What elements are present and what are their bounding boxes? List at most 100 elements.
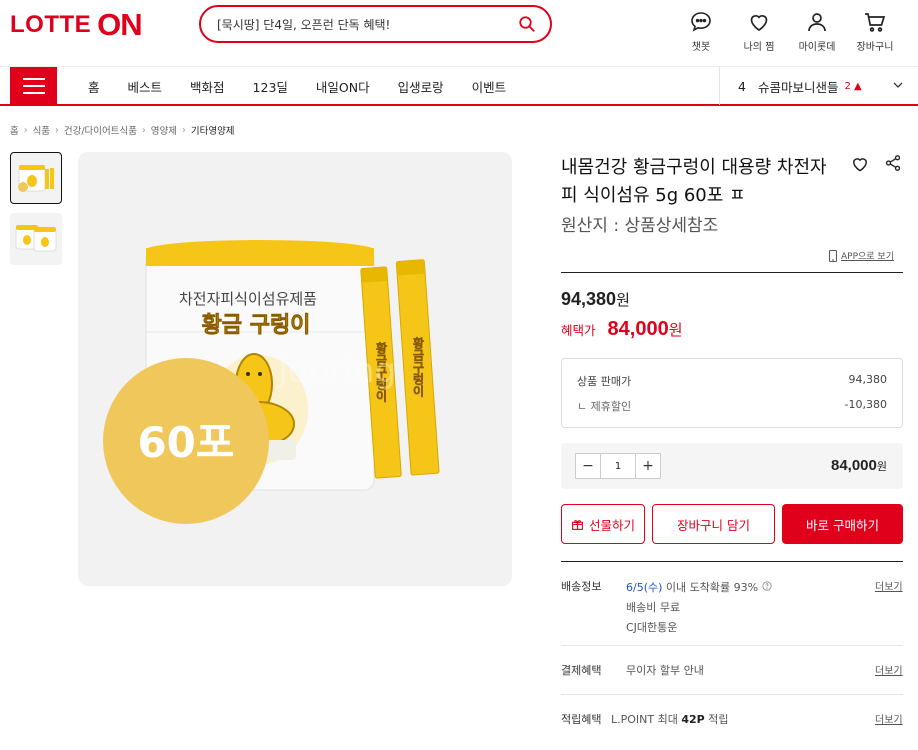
shipping-date-line: 6/5(수) 이내 도착확률 93% xyxy=(626,578,772,598)
nav-items: 홈 베스트 백화점 123딜 내일ON다 입생로랑 이벤트 xyxy=(88,67,534,105)
breadcrumb-item[interactable]: 홈 xyxy=(10,123,19,137)
user-icon xyxy=(808,13,826,32)
benefit-price-value: 84,000 xyxy=(607,318,669,340)
breadcrumb-item[interactable]: 건강/다이어트식품 xyxy=(64,123,137,137)
quantity-stepper: − 1 + xyxy=(575,453,661,479)
menu-button[interactable] xyxy=(10,67,57,105)
nav-item-department[interactable]: 백화점 xyxy=(190,77,225,96)
shipping-date: 6/5(수) xyxy=(626,581,663,594)
image-watermark: Jooring xyxy=(276,351,396,391)
breadcrumb-item[interactable]: 식품 xyxy=(33,123,50,137)
gift-button[interactable]: 선물하기 xyxy=(561,504,645,544)
lotte-on-logo[interactable]: LOTTE ON xyxy=(10,7,143,42)
quantity-box: − 1 + 84,000원 xyxy=(561,443,903,489)
divider xyxy=(561,561,903,562)
discount-value: -10,380 xyxy=(844,398,887,411)
breadcrumb-item-current[interactable]: 기타영양제 xyxy=(191,123,235,137)
product-main-image[interactable]: 차전자피식이섬유제품 황금 구렁이 황금구렁이 황금구렁이 Jooring 60… xyxy=(78,152,512,586)
stick-text: 황금구렁이 xyxy=(411,336,425,398)
original-price-unit: 원 xyxy=(616,292,630,309)
discount-label: ㄴ 제휴할인 xyxy=(577,400,632,413)
increase-button[interactable]: + xyxy=(636,454,660,478)
breakdown-row-sale: 상품 판매가 94,380 xyxy=(577,373,887,389)
shipping-date-suffix: 이내 도착확률 93% xyxy=(665,581,759,594)
divider xyxy=(561,694,903,695)
shipping-label: 배송정보 xyxy=(561,580,602,593)
app-view-label: APP으로 보기 xyxy=(841,252,894,262)
shipping-fee: 배송비 무료 xyxy=(626,601,681,614)
search-bar[interactable] xyxy=(199,5,552,43)
breadcrumb: 홈 › 식품 › 건강/다이어트식품 › 영양제 › 기타영양제 xyxy=(10,123,235,138)
main-nav: 홈 베스트 백화점 123딜 내일ON다 입생로랑 이벤트 4 슈콤마보니샌들 … xyxy=(0,66,918,106)
mylotte-button[interactable]: 마이롯데 xyxy=(788,10,846,53)
breadcrumb-separator: › xyxy=(55,124,59,136)
payment-label: 결제혜택 xyxy=(561,664,602,677)
nav-item-home[interactable]: 홈 xyxy=(88,77,100,96)
search-input[interactable] xyxy=(217,17,516,31)
quantity-value[interactable]: 1 xyxy=(600,454,636,478)
trending-keyword[interactable]: 4 슈콤마보니샌들 2 ▲ xyxy=(719,67,918,105)
total-price-value: 84,000 xyxy=(830,457,877,474)
original-price: 94,380원 xyxy=(561,289,630,310)
benefit-price: 혜택가 84,000 원 xyxy=(561,318,683,341)
benefit-price-unit: 원 xyxy=(668,321,683,339)
hamburger-line xyxy=(22,85,45,87)
points-info: L.POINT 최대 42P 적립 xyxy=(611,711,728,727)
product-origin: 원산지 : 상품상세참조 xyxy=(561,216,719,236)
breakdown-row-discount: ㄴ 제휴할인 -10,380 xyxy=(577,398,887,414)
phone-icon xyxy=(829,249,837,262)
wishlist-label: 나의 찜 xyxy=(743,42,775,53)
product-actions xyxy=(850,154,902,178)
shipping-info: 6/5(수) 이내 도착확률 93% 배송비 무료 CJ대한통운 xyxy=(626,578,772,638)
cart-icon xyxy=(865,13,886,32)
nav-item-tomorrow[interactable]: 내일ON다 xyxy=(316,77,370,96)
cart-label: 장바구니 xyxy=(856,42,894,53)
benefit-price-label: 혜택가 xyxy=(561,323,596,338)
decrease-button[interactable]: − xyxy=(576,454,600,478)
trending-change: 2 ▲ xyxy=(844,80,862,92)
image-badge-text: 60포 xyxy=(137,418,234,467)
trending-rank: 4 xyxy=(738,78,746,94)
hamburger-line xyxy=(22,92,45,94)
nav-item-best[interactable]: 베스트 xyxy=(128,77,163,96)
buy-now-button[interactable]: 바로 구매하기 xyxy=(782,504,903,544)
thumbnail-2[interactable] xyxy=(10,213,62,265)
points-prefix: L.POINT 최대 xyxy=(611,713,678,726)
chevron-down-icon[interactable] xyxy=(892,79,904,94)
chatbot-label: 챗봇 xyxy=(691,42,711,53)
total-price-unit: 원 xyxy=(876,461,887,473)
add-to-cart-button[interactable]: 장바구니 담기 xyxy=(652,504,775,544)
wishlist-heart-icon[interactable] xyxy=(850,154,870,178)
nav-item-event[interactable]: 이벤트 xyxy=(472,77,507,96)
divider xyxy=(561,645,903,646)
points-more-link[interactable]: 더보기 xyxy=(875,711,903,726)
gift-button-label: 선물하기 xyxy=(588,517,635,533)
app-view-link[interactable]: APP으로 보기 xyxy=(829,249,894,262)
chatbot-icon xyxy=(691,12,711,32)
share-icon[interactable] xyxy=(884,154,902,178)
points-label: 적립혜택 xyxy=(561,713,602,726)
original-price-value: 94,380 xyxy=(561,289,617,309)
thumbnail-1[interactable] xyxy=(10,152,62,204)
help-icon[interactable] xyxy=(761,581,772,594)
box-text-line1: 차전자피식이섬유제품 xyxy=(179,290,317,308)
shipping-more-link[interactable]: 더보기 xyxy=(875,578,903,593)
cart-button[interactable]: 장바구니 xyxy=(846,10,904,53)
breadcrumb-item[interactable]: 영양제 xyxy=(151,123,177,137)
trending-text: 슈콤마보니샌들 xyxy=(757,79,839,95)
add-to-cart-label: 장바구니 담기 xyxy=(677,517,750,533)
logo-on-text: ON xyxy=(97,7,142,42)
mylotte-label: 마이롯데 xyxy=(798,42,836,53)
search-icon[interactable] xyxy=(516,13,538,35)
nav-item-123deal[interactable]: 123딜 xyxy=(253,77,288,96)
heart-icon xyxy=(750,15,768,31)
nav-item-ysl[interactable]: 입생로랑 xyxy=(398,77,444,96)
wishlist-button[interactable]: 나의 찜 xyxy=(730,10,788,53)
buy-now-label: 바로 구매하기 xyxy=(806,517,879,533)
gift-icon xyxy=(572,519,583,530)
payment-more-link[interactable]: 더보기 xyxy=(875,662,903,677)
chatbot-button[interactable]: 챗봇 xyxy=(672,10,730,53)
sale-price-label: 상품 판매가 xyxy=(577,375,632,388)
payment-text: 무이자 할부 안내 xyxy=(626,664,704,677)
hamburger-line xyxy=(22,78,45,80)
